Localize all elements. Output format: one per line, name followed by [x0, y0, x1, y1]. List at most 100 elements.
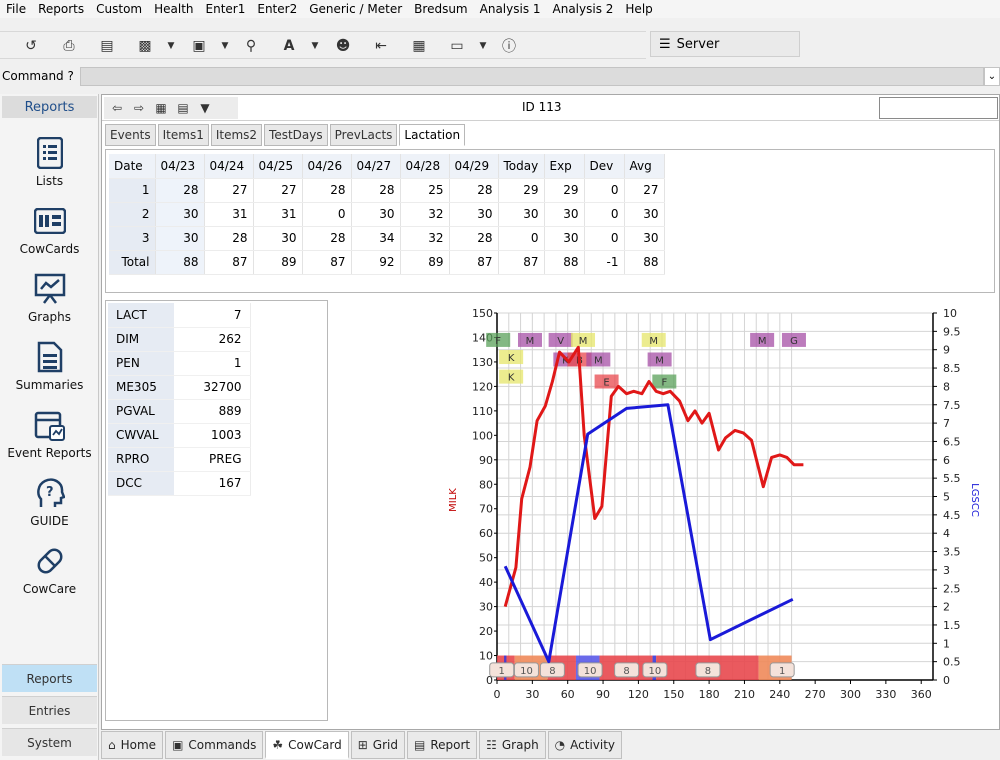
table-cell[interactable]: 87 [204, 250, 254, 275]
tab-testdays[interactable]: TestDays [264, 124, 328, 146]
server-button[interactable]: ☰ Server [650, 31, 800, 57]
column-header[interactable]: 04/28 [400, 154, 450, 179]
sidebar-item-graphs[interactable]: Graphs [0, 272, 99, 324]
sidebar-item-summaries[interactable]: Summaries [0, 340, 99, 392]
bottom-tab-commands[interactable]: ▣ Commands [165, 731, 264, 759]
info-value[interactable]: 262 [174, 327, 251, 352]
info-value[interactable]: 1003 [174, 423, 251, 448]
column-header[interactable]: 04/26 [302, 154, 352, 179]
menu-item-help[interactable]: Help [619, 1, 658, 17]
tab-lactation[interactable]: Lactation [399, 124, 466, 146]
sidebar-tab-entries[interactable]: Entries [2, 696, 97, 724]
calendar-icon[interactable]: ▦ [408, 35, 430, 57]
sidebar-item-lists[interactable]: Lists [0, 136, 99, 188]
bottom-tab-activity[interactable]: ◔ Activity [547, 731, 623, 759]
sidebar-tab-system[interactable]: System [2, 728, 97, 756]
sidebar-item-guide[interactable]: ? GUIDE [0, 476, 99, 528]
bottom-tab-grid[interactable]: ⊞ Grid [350, 731, 405, 759]
table-cell[interactable]: 30 [624, 202, 665, 227]
bottom-tab-report[interactable]: ▤ Report [406, 731, 478, 759]
column-header[interactable]: 04/23 [155, 154, 205, 179]
document-icon[interactable]: ▩ [134, 35, 156, 57]
menu-item-health[interactable]: Health [148, 1, 199, 17]
info-value[interactable]: 889 [174, 399, 251, 424]
table-icon[interactable]: ▦ [152, 99, 170, 117]
info-value[interactable]: PREG [174, 447, 251, 472]
menu-item-generic-meter[interactable]: Generic / Meter [303, 1, 408, 17]
back-circle-icon[interactable]: ↺ [20, 35, 42, 57]
chart-icon[interactable]: ▤ [174, 99, 192, 117]
menu-item-enter2[interactable]: Enter2 [251, 1, 303, 17]
save-icon[interactable]: ▣ [188, 35, 210, 57]
table-cell[interactable]: 0 [584, 202, 625, 227]
table-cell[interactable]: 30 [155, 202, 205, 227]
table-cell[interactable]: 27 [204, 178, 254, 203]
menu-item-custom[interactable]: Custom [90, 1, 148, 17]
column-header[interactable]: 04/24 [204, 154, 254, 179]
tab-items2[interactable]: Items2 [210, 124, 263, 146]
table-cell[interactable]: 31 [204, 202, 254, 227]
screen-icon[interactable]: ▭ [446, 35, 468, 57]
table-cell[interactable]: 89 [253, 250, 303, 275]
sidebar-item-cowcards[interactable]: CowCards [0, 204, 99, 256]
table-cell[interactable]: 88 [155, 250, 205, 275]
menu-item-bredsum[interactable]: Bredsum [408, 1, 473, 17]
table-cell[interactable]: 32 [400, 202, 450, 227]
table-cell[interactable]: 0 [584, 178, 625, 203]
table-cell[interactable]: 28 [155, 178, 205, 203]
row-header-cell[interactable]: 2 [109, 202, 156, 227]
table-cell[interactable]: 88 [624, 250, 665, 275]
table-cell[interactable]: 89 [400, 250, 450, 275]
menu-item-analysis-2[interactable]: Analysis 2 [547, 1, 620, 17]
table-cell[interactable]: 0 [498, 226, 545, 251]
table-cell[interactable]: 87 [498, 250, 545, 275]
arrow-right-icon[interactable]: ⇨ [130, 99, 148, 117]
table-cell[interactable]: 0 [584, 226, 625, 251]
bottom-tab-graph[interactable]: ☷ Graph [479, 731, 546, 759]
column-header[interactable]: Avg [624, 154, 665, 179]
font-icon[interactable]: A [278, 35, 300, 57]
column-header[interactable]: Dev [584, 154, 625, 179]
menu-item-file[interactable]: File [0, 1, 32, 17]
user-icon[interactable]: ☻ [332, 35, 354, 57]
column-header[interactable]: Exp [544, 154, 585, 179]
column-header[interactable]: 04/27 [351, 154, 401, 179]
print-preview-icon[interactable]: ▤ [96, 35, 118, 57]
table-cell[interactable]: 28 [449, 226, 499, 251]
tab-events[interactable]: Events [105, 124, 156, 146]
column-header[interactable]: Today [498, 154, 545, 179]
table-cell[interactable]: 29 [498, 178, 545, 203]
table-cell[interactable]: -1 [584, 250, 625, 275]
table-cell[interactable]: 87 [302, 250, 352, 275]
table-cell[interactable]: 0 [302, 202, 352, 227]
table-cell[interactable]: 87 [449, 250, 499, 275]
bottom-tab-home[interactable]: ⌂ Home [101, 731, 164, 759]
row-header-cell[interactable]: 1 [109, 178, 156, 203]
sidebar-tab-reports[interactable]: Reports [2, 664, 97, 692]
info-value[interactable]: 1 [174, 351, 251, 376]
table-cell[interactable]: 28 [302, 178, 352, 203]
sidebar-item-event-reports[interactable]: Event Reports [0, 408, 99, 460]
tab-items1[interactable]: Items1 [157, 124, 209, 146]
help-icon[interactable]: ⓘ [498, 35, 520, 57]
search-icon[interactable]: ⚲ [240, 35, 262, 57]
table-cell[interactable]: 29 [544, 178, 585, 203]
table-cell[interactable]: 92 [351, 250, 401, 275]
menu-item-reports[interactable]: Reports [32, 1, 90, 17]
table-cell[interactable]: 30 [624, 226, 665, 251]
table-cell[interactable]: 30 [449, 202, 499, 227]
table-cell[interactable]: 28 [351, 178, 401, 203]
table-cell[interactable]: 27 [253, 178, 303, 203]
column-header[interactable]: 04/25 [253, 154, 303, 179]
menu-item-enter1[interactable]: Enter1 [200, 1, 252, 17]
arrow-left-icon[interactable]: ⇦ [108, 99, 126, 117]
print-icon[interactable]: ⎙ [58, 35, 80, 57]
sidebar-item-cowcare[interactable]: CowCare [0, 544, 99, 596]
info-value[interactable]: 32700 [174, 375, 251, 400]
info-value[interactable]: 167 [174, 471, 251, 496]
row-header-cell[interactable]: 3 [109, 226, 156, 251]
table-cell[interactable]: 32 [400, 226, 450, 251]
tab-prevlacts[interactable]: PrevLacts [329, 124, 398, 146]
filter-icon[interactable]: ▼ [196, 99, 214, 117]
sidebar-header[interactable]: Reports [2, 96, 97, 118]
